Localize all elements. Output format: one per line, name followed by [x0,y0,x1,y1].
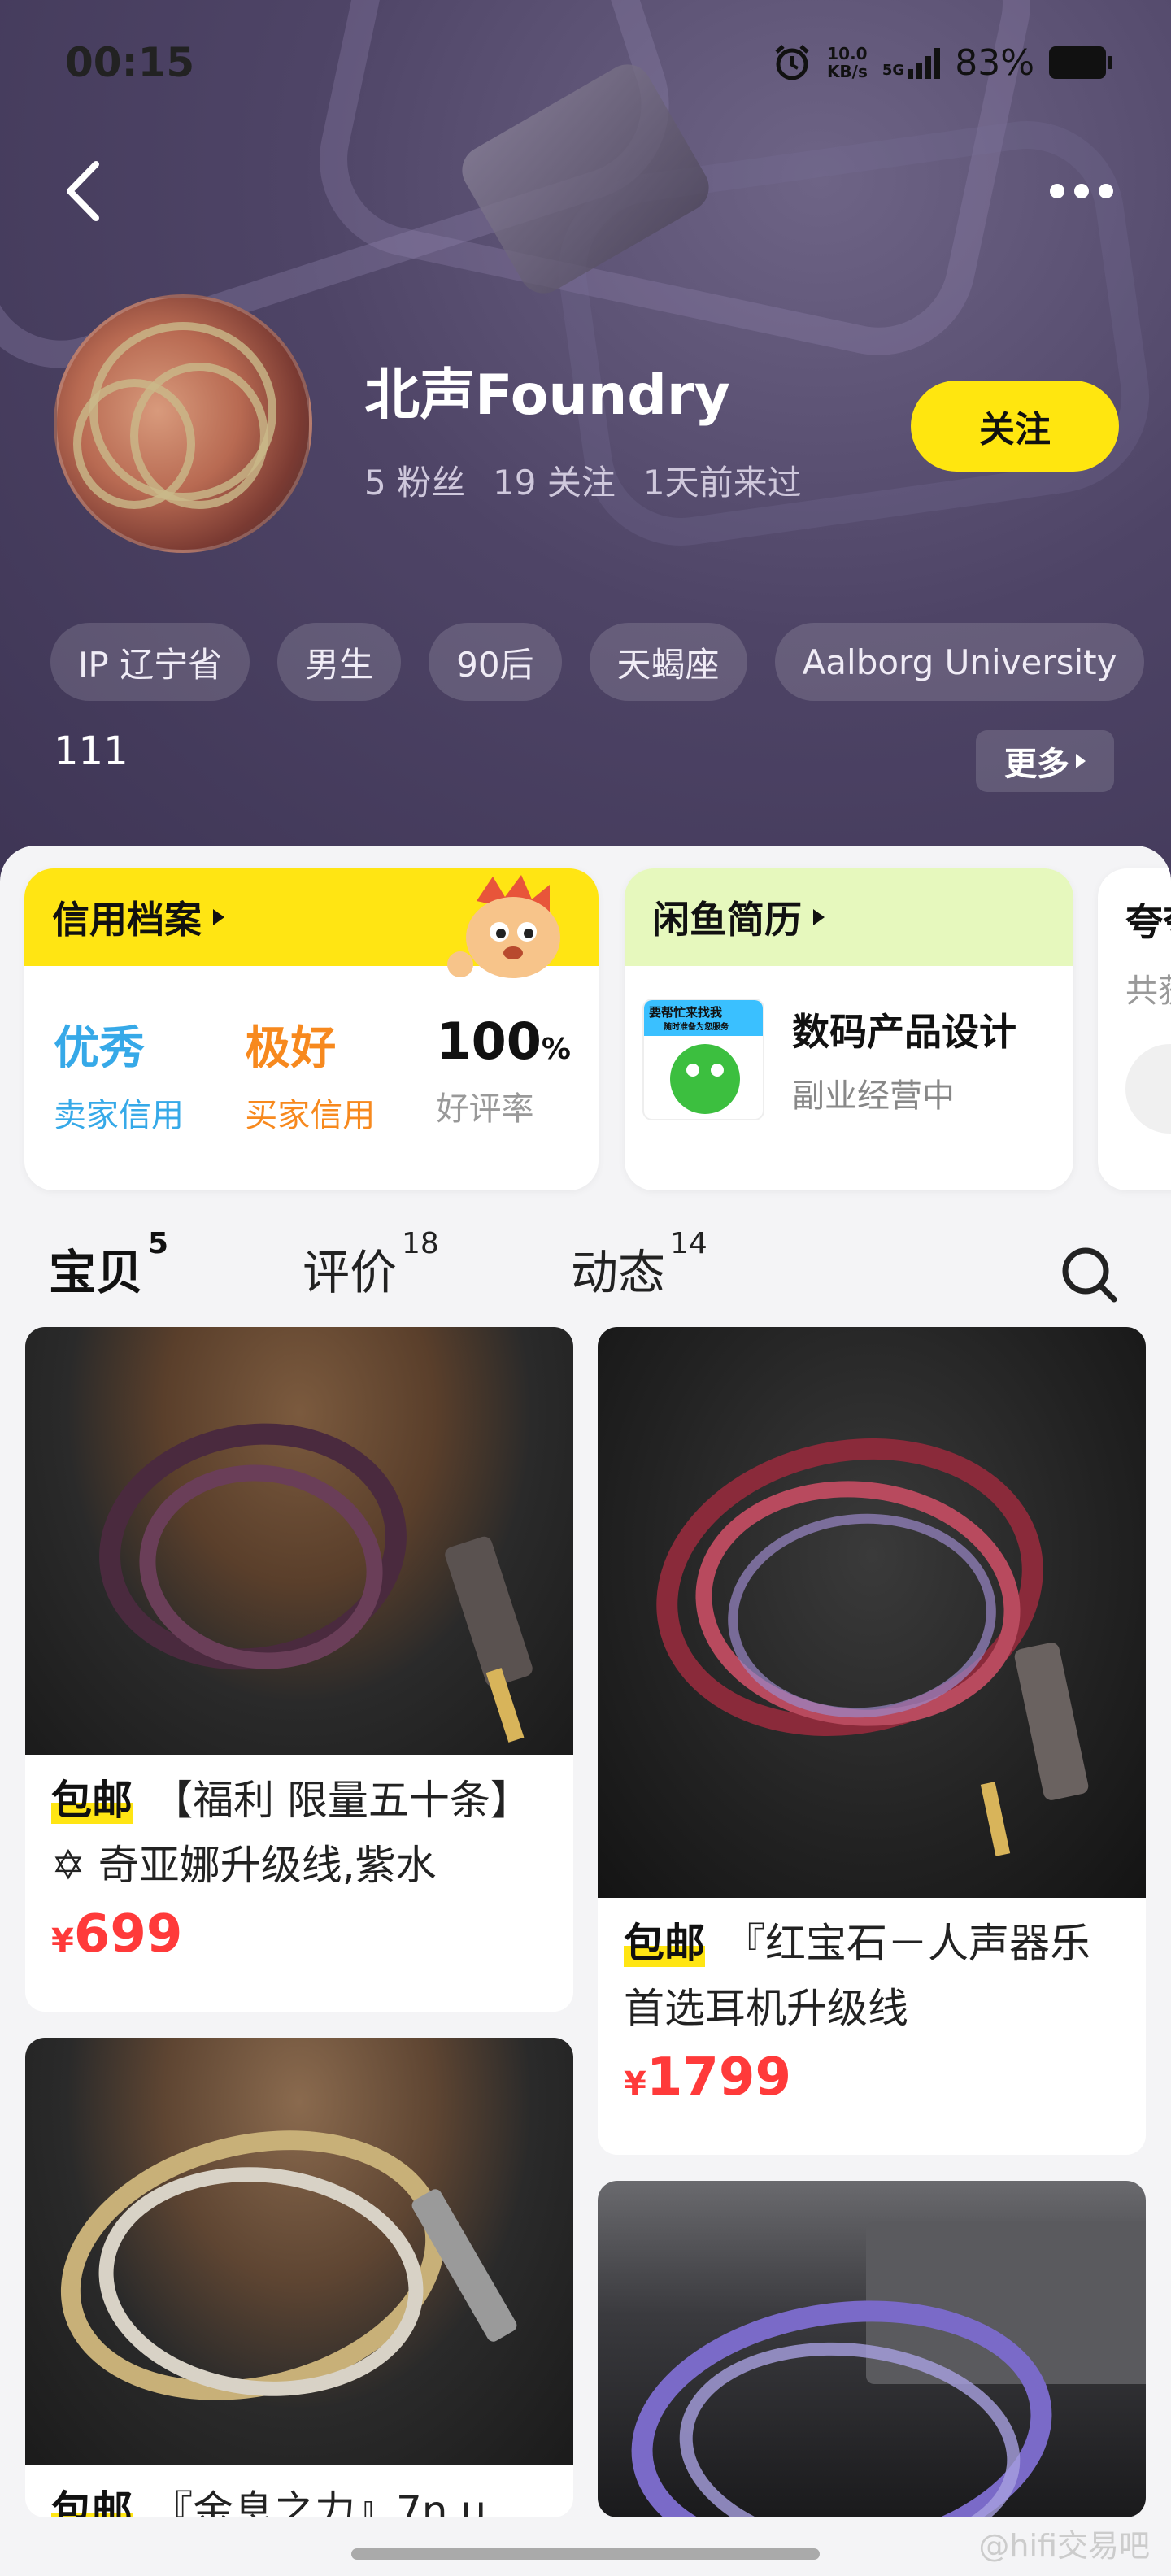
seller-credit-label: 卖家信用 [54,1097,184,1134]
content-tabs: 宝贝5 评价18 动态14 [49,1210,1122,1324]
search-button[interactable] [1057,1242,1122,1308]
product-card[interactable]: 包邮 『金息之力』7n u [25,2038,573,2517]
positive-rating-unit: % [541,1033,571,1066]
currency-symbol: ¥ [51,1922,74,1960]
praise-card-sub: 共获 [1125,973,1171,1010]
tag-school: Aalborg University [774,623,1145,701]
positive-rating-value: 100 [436,1012,542,1071]
tab-reviews[interactable]: 评价18 [303,1227,439,1303]
signal-icon [908,46,941,79]
tab-moments-count: 14 [670,1226,707,1260]
profile-header: 00:15 10.0 KB/s 5G 83% 北声Foundry 5 粉丝 19… [0,0,1171,894]
caret-right-icon [213,909,224,925]
product-card[interactable] [598,2181,1146,2517]
status-bar: 00:15 10.0 KB/s 5G 83% [65,34,1112,91]
status-time: 00:15 [65,39,195,86]
product-price: ¥1799 [624,2047,1120,2108]
net-speed-unit: KB/s [826,62,868,81]
credit-card-title: 信用档案 [52,898,202,942]
battery-percent: 83% [955,41,1034,84]
tab-items-count: 5 [148,1226,169,1260]
thumbnail-caption-1: 要帮忙来找我 [649,1005,723,1020]
last-seen: 1天前来过 [642,463,802,503]
product-price: ¥699 [51,1904,547,1965]
currency-symbol: ¥ [624,2065,646,2103]
bio-text: 111 [54,729,128,774]
caret-right-icon [813,909,825,925]
resume-skill: 数码产品设计 [792,1010,1016,1054]
mascot-icon [447,875,560,978]
tag-age: 90后 [429,623,562,701]
watermark: @hifi交易吧 [978,2528,1150,2564]
follow-button[interactable]: 关注 [911,381,1119,472]
search-icon [1062,1247,1117,1303]
positive-rating-label: 好评率 [436,1090,534,1128]
product-image [598,1327,1146,1898]
resume-thumbnail: 要帮忙来找我 随时准备为您服务 [642,999,764,1120]
product-card[interactable]: 包邮 【福利 限量五十条】✡ 奇亚娜升级线,紫水 ¥699 [25,1327,573,2012]
resume-card-header: 闲鱼简历 [625,868,1073,966]
dot-icon [1099,184,1113,198]
praise-card[interactable]: 夸夸 共获 [1098,868,1171,1190]
alarm-icon [775,45,809,80]
tag-zodiac: 天蝎座 [589,623,747,701]
product-image [598,2181,1146,2517]
tab-moments-label: 动态 [571,1245,666,1300]
net-speed: 10.0 KB/s [827,45,868,80]
tab-moments[interactable]: 动态14 [571,1227,707,1303]
fans-count[interactable]: 5 粉丝 [364,455,465,505]
thumbnail-caption-2: 随时准备为您服务 [664,1023,729,1032]
net-speed-value: 10.0 [827,44,868,63]
seller-credit-level: 优秀 [54,1022,145,1075]
resume-skill-sub: 副业经营中 [792,1077,955,1115]
product-title: 包邮 【福利 限量五十条】✡ 奇亚娜升级线,紫水 [51,1768,547,1898]
network-type: 5G [882,62,905,79]
resume-card-title: 闲鱼简历 [652,898,802,942]
nickname: 北声Foundry [364,363,730,428]
product-card[interactable]: 包邮 『红宝石－人声器乐首选耳机升级线 ¥1799 [598,1327,1146,2155]
praise-pill [1125,1044,1171,1134]
tag-ip: IP 辽宁省 [50,623,250,701]
caret-right-icon [1076,754,1086,768]
free-shipping-badge: 包邮 [51,2487,133,2517]
tab-reviews-label: 评价 [303,1245,398,1300]
tag-gender: 男生 [277,623,402,701]
more-label: 更多 [1004,746,1069,783]
more-options-button[interactable] [1041,171,1122,211]
credit-card[interactable]: 信用档案 优秀 卖家信用 极好 买家信用 100% 好评率 [24,868,599,1190]
back-button[interactable] [57,154,114,228]
free-shipping-badge: 包邮 [624,1920,705,1967]
credit-stats: 优秀 卖家信用 极好 买家信用 100% 好评率 [24,966,599,1136]
tab-reviews-count: 18 [402,1226,439,1260]
product-title-text: 『金息之力』7n u [152,2487,487,2517]
free-shipping-badge: 包邮 [51,1777,133,1824]
resume-card[interactable]: 闲鱼简历 要帮忙来找我 随时准备为您服务 数码产品设计 副业经营中 [625,868,1073,1190]
product-image [25,2038,573,2465]
profile-stats: 5 粉丝 19 关注 1天前来过 [364,455,802,505]
praise-card-title: 夸夸 [1125,900,1171,944]
dot-icon [1050,184,1064,198]
profile-tags: IP 辽宁省 男生 90后 天蝎座 Aalborg University [50,623,1145,701]
chevron-left-icon [67,161,99,221]
home-indicator[interactable] [351,2548,820,2560]
positive-rating: 100% [437,1012,572,1071]
product-title: 包邮 『金息之力』7n u [51,2478,547,2517]
battery-icon [1049,46,1112,79]
tab-items[interactable]: 宝贝5 [49,1227,168,1303]
product-price-value: 699 [73,1904,183,1965]
more-profile-button[interactable]: 更多 [976,730,1114,792]
product-price-value: 1799 [646,2047,791,2108]
dot-icon [1074,184,1089,198]
info-cards-row: 信用档案 优秀 卖家信用 极好 买家信用 100% 好评率 闲鱼简历 要帮忙来找… [24,868,1171,1194]
product-image [25,1327,573,1755]
product-title: 包邮 『红宝石－人声器乐首选耳机升级线 [624,1911,1120,2041]
following-count[interactable]: 19 关注 [493,455,616,505]
buyer-credit-label: 买家信用 [245,1097,376,1134]
avatar[interactable] [54,294,312,553]
tab-items-label: 宝贝 [49,1234,144,1303]
buyer-credit-level: 极好 [245,1022,337,1075]
